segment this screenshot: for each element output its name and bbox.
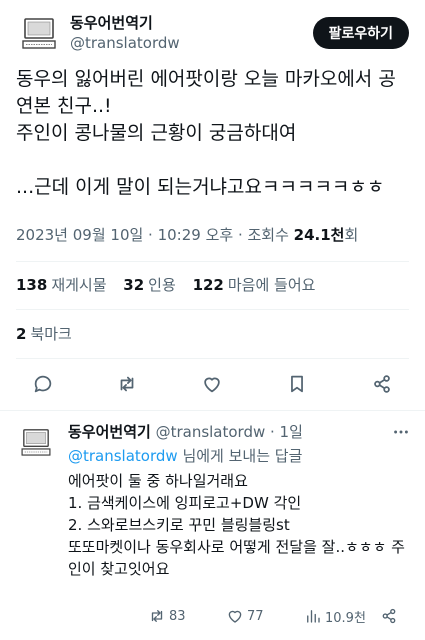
- more-button[interactable]: [391, 422, 411, 442]
- reply-header: 동우어번역기 @translatordw · 1일: [68, 422, 303, 442]
- retweet-icon: [151, 610, 163, 622]
- likes-label: 마음에 들어요: [227, 276, 316, 294]
- views-bar-chart-icon: [307, 610, 320, 623]
- tweet-meta: 2023년 09월 10일 · 10:29 오후 · 조회수 24.1천회: [16, 225, 358, 245]
- replying-to: @translatordw 님에게 보내는 답글: [68, 446, 302, 466]
- reply-share-button[interactable]: [380, 604, 401, 628]
- reply-views-count: 10.9천: [325, 610, 366, 626]
- reply-text: 에어팟이 둘 중 하나일거래요 1. 금색케이스에 잉피로고+DW 각인 2. …: [68, 472, 405, 578]
- author-display-name[interactable]: 동우어번역기: [70, 13, 180, 33]
- bookmark-button[interactable]: [283, 370, 311, 398]
- like-icon: [204, 377, 220, 393]
- divider: [16, 309, 409, 310]
- likes-count: 122: [192, 276, 224, 294]
- divider: [0, 410, 425, 411]
- reply-tweet[interactable]: 동우어번역기 @translatordw · 1일 @translatordw …: [0, 412, 425, 640]
- reply-views-button[interactable]: 10.9천: [304, 604, 366, 628]
- views-suffix: 회: [344, 226, 359, 244]
- quotes-stat[interactable]: 32 인용: [123, 276, 187, 294]
- like-button[interactable]: [198, 370, 226, 398]
- reply-action-bar: 83 77 10.9천: [68, 604, 413, 628]
- bookmark-icon: [291, 375, 303, 393]
- tweet-text: 동우의 잃어버린 에어팟이랑 오늘 마카오에서 공연본 친구..! 주인이 콩나…: [16, 68, 396, 198]
- bookmarks-stat[interactable]: 2 북마크: [16, 324, 72, 344]
- divider: [16, 358, 409, 359]
- author-handle[interactable]: @translatordw: [70, 33, 180, 53]
- author-names: 동우어번역기 @translatordw: [70, 13, 180, 53]
- share-icon: [374, 375, 390, 393]
- reply-handle-time[interactable]: @translatordw · 1일: [151, 423, 303, 441]
- reply-like-button[interactable]: 77: [226, 604, 264, 628]
- reply-to-suffix: 님에게 보내는 답글: [177, 447, 303, 465]
- avatar-computer-icon: [16, 10, 62, 56]
- retweets-count: 138: [16, 276, 48, 294]
- reply-icon: [34, 375, 52, 393]
- tweet-header: 동우어번역기 @translatordw 팔로우하기: [16, 10, 409, 56]
- reply-author-name[interactable]: 동우어번역기: [68, 423, 151, 441]
- reply-retweet-count: 83: [169, 608, 186, 624]
- reply-like-count: 77: [247, 608, 264, 624]
- quotes-count: 32: [123, 276, 145, 294]
- reply-to-mention[interactable]: @translatordw: [68, 447, 178, 465]
- more-dots-icon: [394, 430, 408, 434]
- tweet-timestamp[interactable]: 2023년 09월 10일 · 10:29 오후 · 조회수: [16, 226, 294, 244]
- action-bar: [0, 370, 425, 402]
- reply-retweet-button[interactable]: 83: [148, 604, 186, 628]
- retweets-label: 재게시물: [51, 276, 107, 294]
- avatar[interactable]: [16, 10, 62, 56]
- like-icon: [228, 610, 242, 623]
- likes-stat[interactable]: 122 마음에 들어요: [193, 276, 328, 294]
- bookmarks-label: 북마크: [30, 325, 72, 343]
- follow-button[interactable]: 팔로우하기: [312, 17, 409, 49]
- retweet-button[interactable]: [113, 370, 141, 398]
- divider: [16, 261, 409, 262]
- reply-avatar[interactable]: [16, 422, 56, 462]
- views-count: 24.1천: [293, 226, 345, 244]
- share-button[interactable]: [368, 370, 396, 398]
- reply-button[interactable]: [29, 370, 57, 398]
- avatar-computer-icon: [16, 422, 56, 462]
- retweets-stat[interactable]: 138 재게시물: [16, 276, 119, 294]
- retweet-icon: [120, 376, 134, 392]
- engagement-stats: 138 재게시물 32 인용 122 마음에 들어요: [16, 275, 327, 295]
- share-icon: [382, 608, 396, 624]
- bookmarks-count: 2: [16, 325, 27, 343]
- quotes-label: 인용: [148, 276, 176, 294]
